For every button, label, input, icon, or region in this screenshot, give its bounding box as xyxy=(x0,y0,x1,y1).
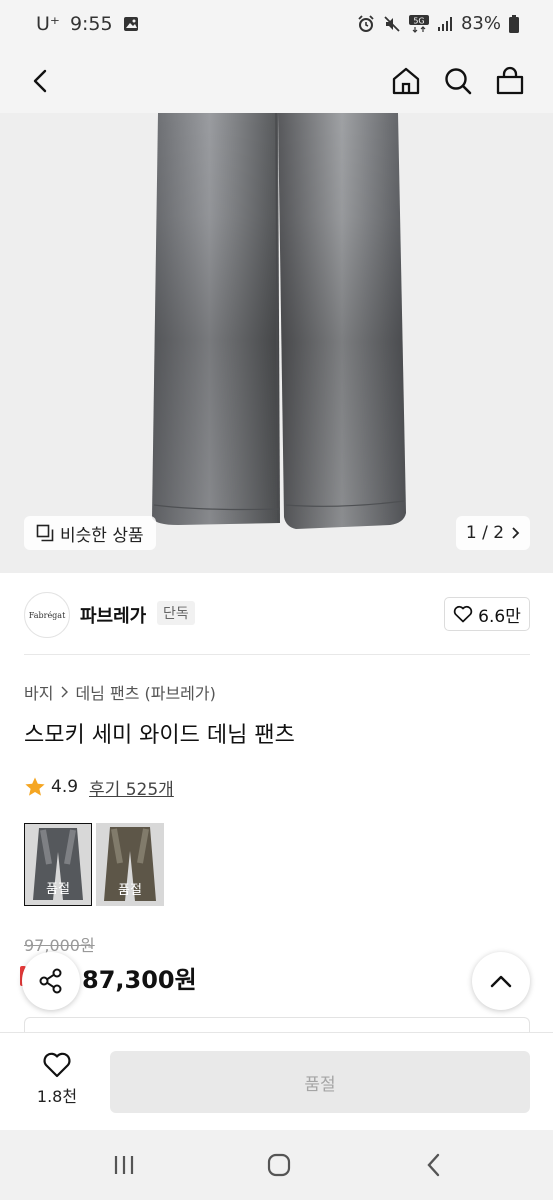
network-type-label: 5G xyxy=(413,16,424,25)
star-icon xyxy=(25,777,45,796)
shopping-bag-icon xyxy=(496,66,524,95)
similar-products-button[interactable]: 비슷한 상품 xyxy=(24,516,156,550)
brand-row: Fabrégat 파브레가 단독 6.6만 xyxy=(24,590,530,640)
home-circle-icon xyxy=(267,1153,291,1177)
brand-like-button[interactable]: 6.6만 xyxy=(444,597,530,631)
back-button[interactable] xyxy=(18,58,64,104)
chevron-up-icon xyxy=(490,975,512,988)
scroll-to-top-button[interactable] xyxy=(472,952,530,1010)
bottom-action-bar: 1.8천 품절 xyxy=(0,1032,553,1130)
home-icon xyxy=(392,67,420,95)
battery-icon xyxy=(509,14,519,33)
brand-like-count: 6.6만 xyxy=(478,606,521,627)
share-icon xyxy=(39,968,62,994)
color-options: 품절 품절 xyxy=(24,823,164,907)
exclusive-badge: 단독 xyxy=(157,601,195,625)
cart-button[interactable] xyxy=(487,58,533,104)
breadcrumb: 바지 데님 팬츠 (파브레가) xyxy=(24,680,216,704)
chevron-right-icon xyxy=(512,527,520,539)
breadcrumb-category[interactable]: 바지 xyxy=(24,680,53,704)
divider xyxy=(24,654,530,655)
wishlist-button[interactable]: 1.8천 xyxy=(24,1051,90,1115)
clock: 9:55 xyxy=(69,13,113,35)
recent-apps-icon xyxy=(114,1156,134,1174)
back-arrow-icon xyxy=(427,1153,440,1177)
heart-icon xyxy=(453,605,473,623)
similar-items-icon xyxy=(36,524,54,542)
product-image-gallery[interactable]: 비슷한 상품 1 / 2 xyxy=(0,113,553,573)
sold-out-label: 품절 xyxy=(46,882,70,897)
system-nav-bar xyxy=(0,1130,553,1200)
brand-logo-text: Fabrégat xyxy=(28,610,66,620)
wishlist-count: 1.8천 xyxy=(36,1087,78,1106)
brand-name[interactable]: 파브레가 xyxy=(80,602,146,628)
search-icon xyxy=(445,68,472,95)
mute-icon xyxy=(383,15,401,33)
chevron-left-icon xyxy=(33,69,47,93)
status-bar: U⁺ 9:55 5G 83% xyxy=(0,0,553,50)
color-option-brown[interactable]: 품절 xyxy=(96,823,164,906)
sale-price: 87,300원 xyxy=(82,966,197,994)
back-system-button[interactable] xyxy=(414,1148,454,1182)
review-count-link[interactable]: 후기 525개 xyxy=(89,775,174,800)
search-button[interactable] xyxy=(435,58,481,104)
home-system-button[interactable] xyxy=(259,1148,299,1182)
similar-products-label: 비슷한 상품 xyxy=(60,525,144,546)
breadcrumb-subcategory[interactable]: 데님 팬츠 (파브레가) xyxy=(75,680,215,704)
app-header xyxy=(0,50,553,113)
sold-out-label: 품절 xyxy=(118,883,142,898)
share-button[interactable] xyxy=(22,952,80,1010)
gallery-notification-icon xyxy=(123,16,139,32)
image-page-counter[interactable]: 1 / 2 xyxy=(456,516,530,550)
signal-icon xyxy=(437,16,453,32)
network-type-icon: 5G xyxy=(408,14,429,33)
alarm-icon xyxy=(357,14,375,33)
jeans-photo xyxy=(152,113,406,529)
battery-percent: 83% xyxy=(460,13,501,34)
rating-row[interactable]: 4.9 후기 525개 xyxy=(24,774,174,800)
breadcrumb-separator-icon xyxy=(61,686,69,698)
sold-out-button[interactable]: 품절 xyxy=(110,1051,530,1113)
color-option-gray[interactable]: 품절 xyxy=(24,823,92,906)
status-right: 5G 83% xyxy=(357,13,519,34)
status-left: U⁺ 9:55 xyxy=(36,13,139,35)
rating-value: 4.9 xyxy=(51,777,79,797)
carrier-label: U⁺ xyxy=(36,13,60,35)
recent-apps-button[interactable] xyxy=(104,1148,144,1182)
brand-logo[interactable]: Fabrégat xyxy=(24,592,70,638)
home-button[interactable] xyxy=(383,58,429,104)
page-counter-text: 1 / 2 xyxy=(465,523,505,543)
heart-outline-icon xyxy=(43,1052,71,1078)
product-title: 스모키 세미 와이드 데님 팬츠 xyxy=(24,723,295,748)
